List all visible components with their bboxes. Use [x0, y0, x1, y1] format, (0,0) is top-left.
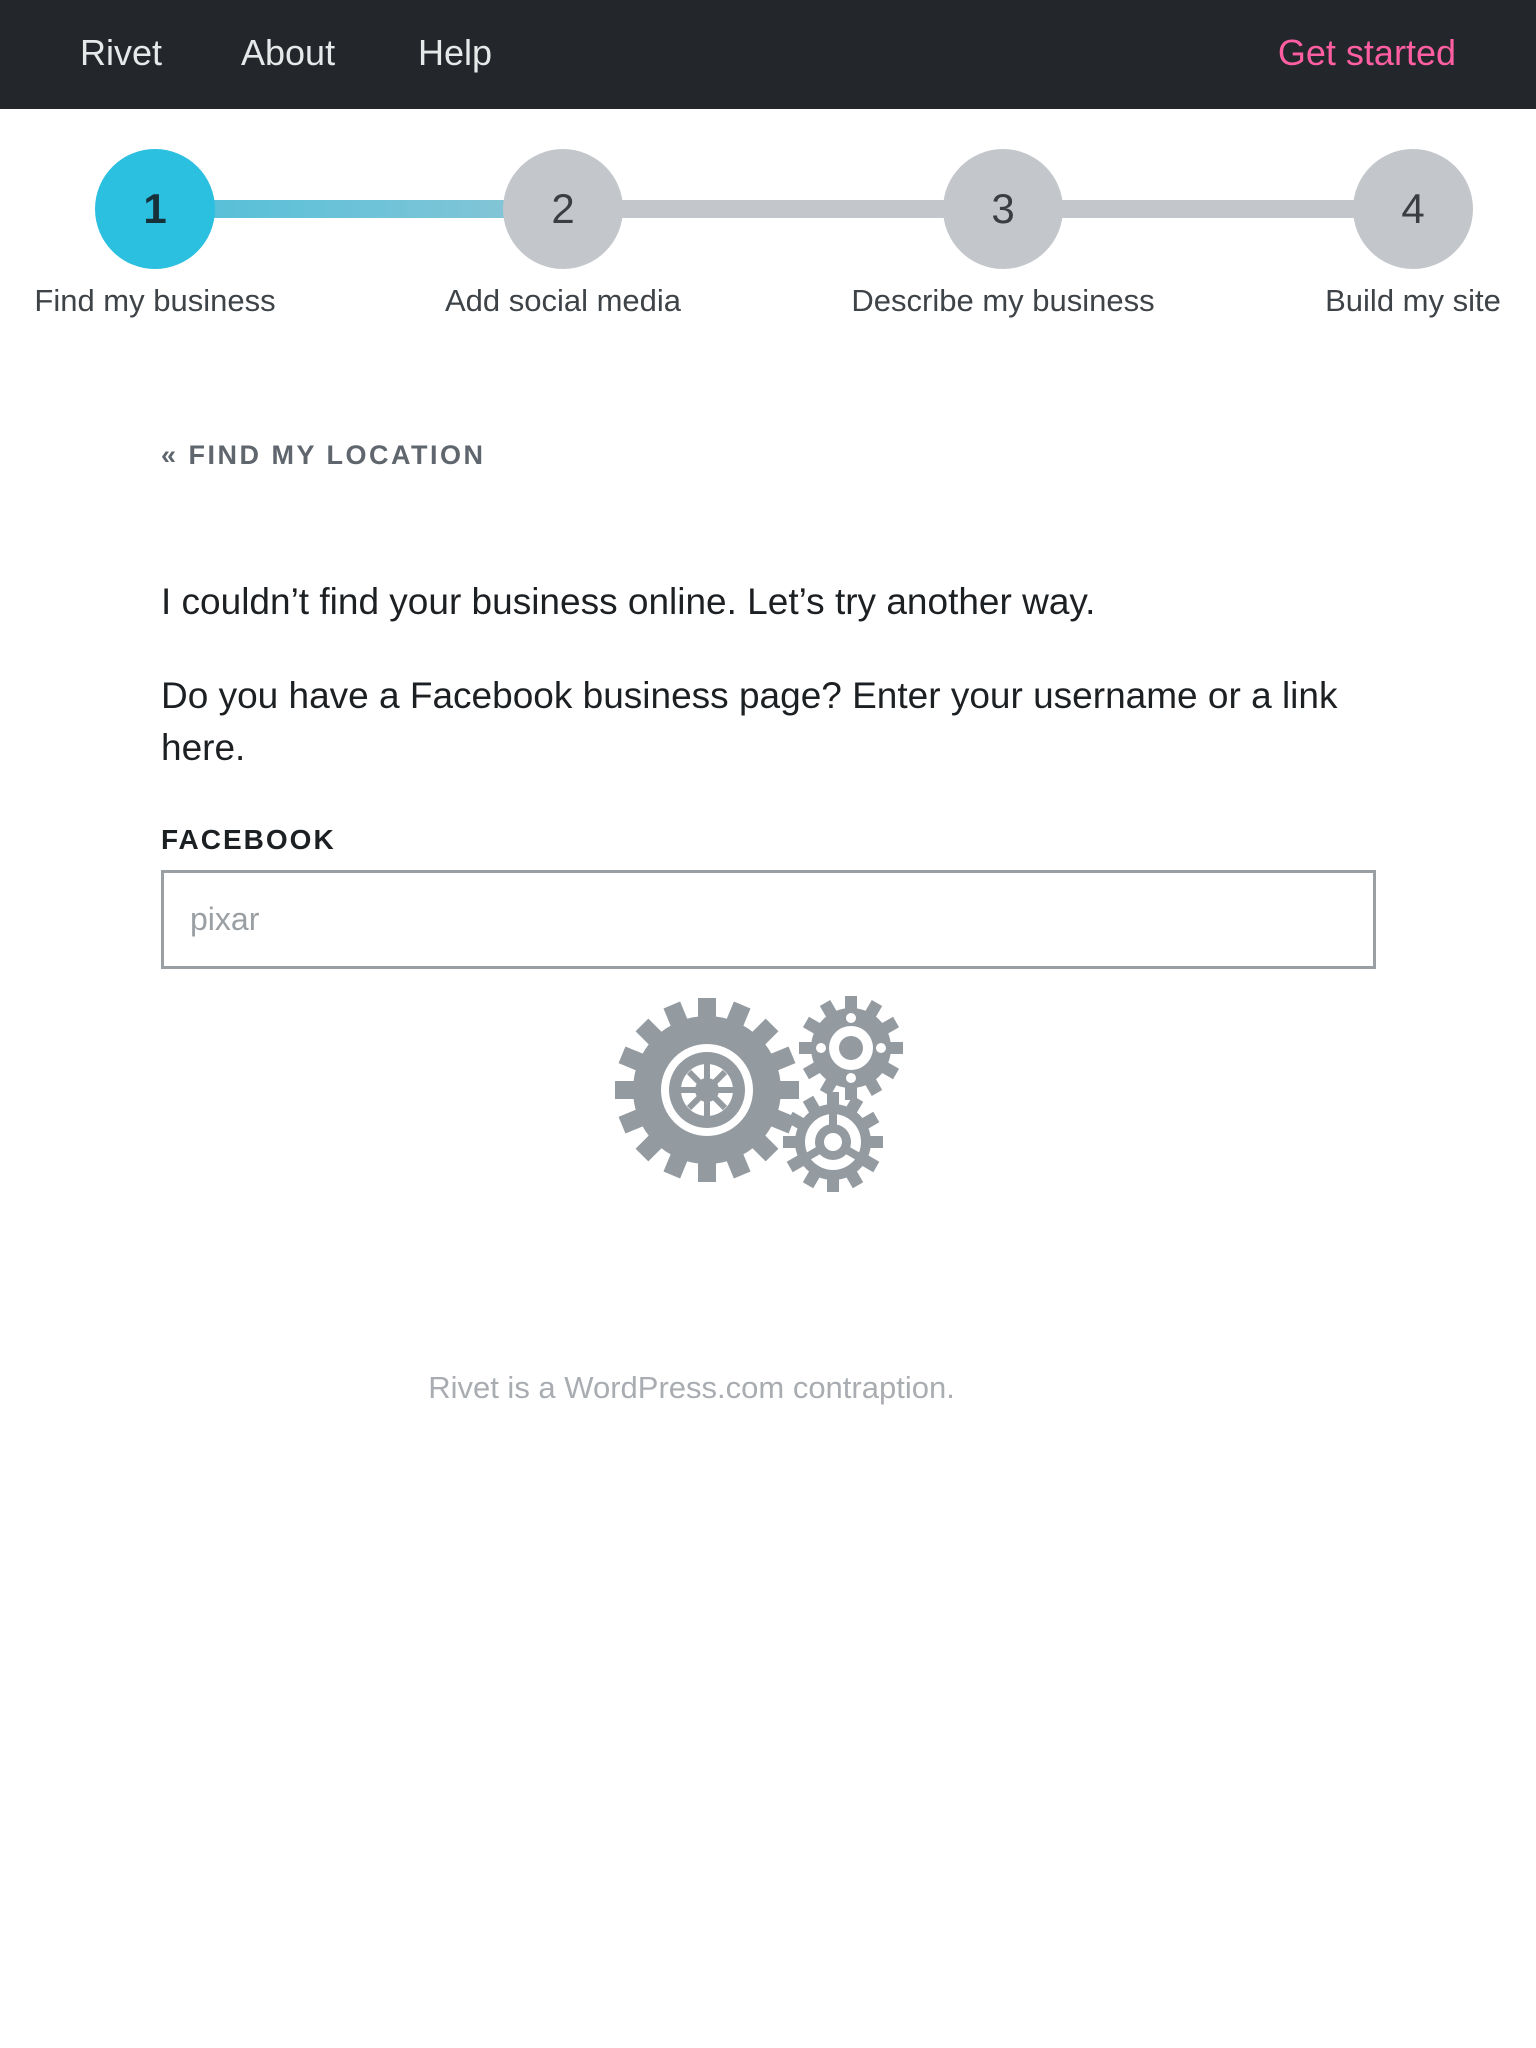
step-number: 2 [503, 149, 623, 269]
main-content: « FIND MY LOCATION I couldn’t find your … [161, 440, 1376, 969]
step-describe-my-business[interactable]: 3 Describe my business [843, 149, 1163, 321]
back-to-location-link[interactable]: « FIND MY LOCATION [161, 440, 486, 471]
step-number: 3 [943, 149, 1063, 269]
gear-small-bottom-icon [783, 1092, 883, 1192]
intro-message: I couldn’t find your business online. Le… [161, 581, 1096, 622]
step-label: Find my business [34, 283, 276, 318]
nav-link-help[interactable]: Help [418, 28, 492, 78]
step-add-social-media[interactable]: 2 Add social media [403, 149, 723, 321]
gear-small-top-icon [799, 996, 903, 1100]
step-number: 1 [95, 149, 215, 269]
facebook-field-label: FACEBOOK [161, 824, 336, 855]
gears-icon [615, 996, 903, 1192]
step-build-my-site[interactable]: 4 Build my site [1253, 149, 1536, 321]
step-number: 4 [1353, 149, 1473, 269]
facebook-prompt: Do you have a Facebook business page? En… [161, 675, 1338, 768]
step-find-my-business[interactable]: 1 Find my business [0, 149, 315, 321]
step-label: Build my site [1325, 283, 1501, 318]
brand-link[interactable]: Rivet [80, 28, 162, 78]
progress-stepper: 1 Find my business 2 Add social media 3 … [0, 109, 1536, 339]
nav-link-about[interactable]: About [241, 28, 335, 78]
footer-credit: Rivet is a WordPress.com contraption. [428, 1370, 955, 1405]
step-label: Describe my business [851, 283, 1155, 318]
top-nav: Rivet About Help Get started [0, 0, 1536, 109]
gear-large-icon [615, 998, 799, 1182]
step-label: Add social media [444, 283, 682, 318]
facebook-input[interactable] [161, 870, 1376, 969]
get-started-link[interactable]: Get started [1278, 28, 1456, 78]
